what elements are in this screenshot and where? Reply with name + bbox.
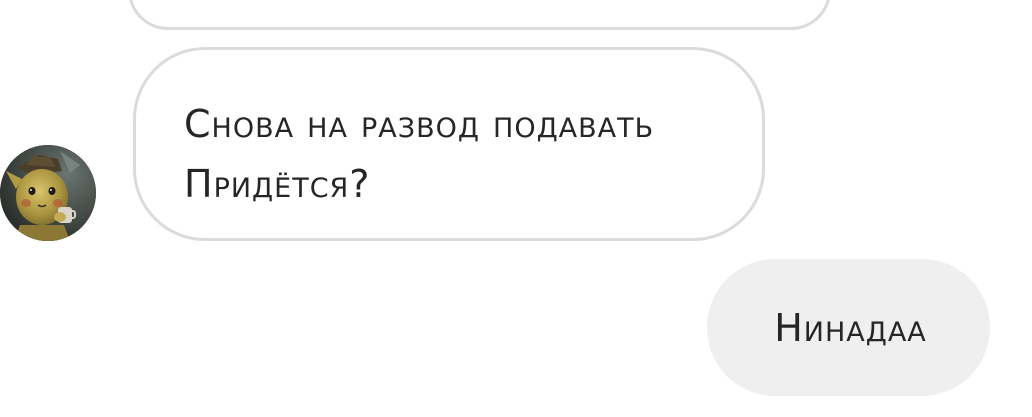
incoming-message-line-2: Придётся?: [184, 162, 371, 206]
outgoing-message-text: Нинадаа: [774, 305, 927, 350]
avatar-image: [0, 145, 96, 241]
outgoing-message-bubble[interactable]: Нинадаа: [707, 259, 990, 396]
previous-message-bubble: [128, 0, 831, 30]
pikachu-detective-avatar-icon[interactable]: [0, 145, 96, 241]
incoming-message-bubble[interactable]: Снова на развод подавать Придётся?: [133, 47, 765, 241]
incoming-message-line-1: Снова на развод подавать: [184, 102, 655, 146]
